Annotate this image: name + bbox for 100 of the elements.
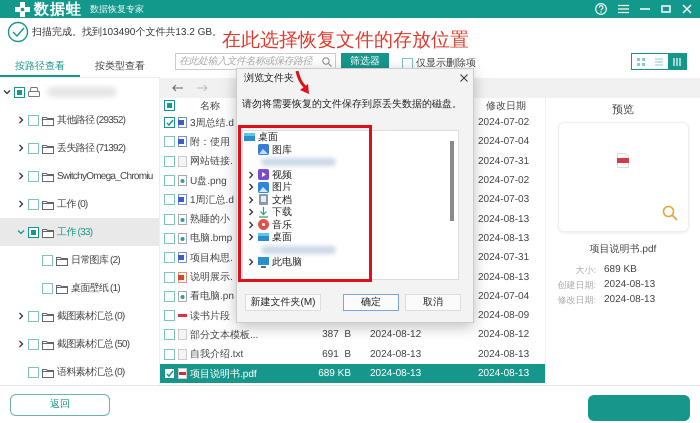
checkbox[interactable] — [28, 114, 39, 126]
checkbox[interactable] — [164, 232, 175, 244]
chevron-icon[interactable] — [17, 200, 25, 208]
view-mode-button[interactable] — [668, 54, 686, 69]
created-date: 2024-08-13 — [370, 348, 422, 360]
folder-name: 桌面壁纸 (1) — [71, 282, 120, 295]
modified-date: 2024-08-13 — [478, 272, 530, 283]
chevron-icon[interactable] — [247, 258, 255, 266]
app-name: 数据蛙 — [34, 0, 82, 18]
music-icon — [258, 219, 269, 230]
checkbox[interactable] — [28, 366, 39, 378]
folder-icon — [42, 114, 54, 126]
checkbox[interactable] — [28, 310, 39, 322]
checkbox[interactable] — [164, 194, 175, 206]
folder-entry[interactable]: 桌面 — [272, 230, 292, 244]
document-icon — [178, 117, 187, 128]
folder-entry[interactable]: 文档 — [272, 192, 292, 207]
file-name: 项目构思. — [190, 252, 233, 265]
checkbox[interactable] — [164, 272, 175, 283]
info-value: 2024-08-13 — [604, 294, 656, 307]
chevron-icon[interactable] — [247, 220, 255, 229]
chevron-icon[interactable] — [3, 88, 11, 96]
modified-date: 2024-08-13 — [478, 214, 530, 225]
file-size: 387 B — [322, 329, 351, 340]
chevron-icon[interactable] — [17, 172, 25, 180]
image-file-icon — [178, 175, 187, 186]
folder-entry[interactable]: 下载 — [272, 205, 292, 220]
dialog-button[interactable]: 取消 — [405, 294, 461, 311]
folder-icon — [42, 366, 54, 378]
chevron-icon[interactable] — [17, 116, 25, 124]
checkbox[interactable] — [28, 198, 39, 210]
video-icon — [258, 169, 269, 180]
chevron-icon[interactable] — [17, 340, 25, 348]
checkbox[interactable] — [164, 290, 175, 302]
folder-entry[interactable]: 图库 — [272, 142, 292, 157]
close-icon[interactable] — [460, 74, 468, 82]
modified-date: 2024-07-31 — [478, 252, 530, 264]
dialog-button[interactable]: 新建文件夹(M) — [245, 294, 321, 311]
chevron-icon[interactable] — [17, 144, 25, 152]
checkbox[interactable] — [14, 86, 25, 98]
folder-entry[interactable]: 桌面 — [258, 131, 278, 144]
checkbox[interactable] — [164, 310, 175, 322]
folder-name: 截图素材汇总 (0) — [57, 310, 124, 323]
chevron-icon[interactable] — [247, 170, 255, 179]
checkbox[interactable] — [164, 156, 175, 167]
folder-entry[interactable]: 视频 — [272, 168, 292, 182]
file-name: U盘.png — [190, 174, 227, 188]
checkbox[interactable] — [164, 175, 175, 186]
back-button[interactable]: 返回 — [10, 394, 110, 416]
checkbox[interactable] — [28, 226, 39, 238]
chevron-icon[interactable] — [247, 183, 255, 192]
checkbox[interactable] — [164, 348, 175, 360]
folder-icon — [42, 142, 54, 154]
checkbox[interactable] — [42, 282, 53, 294]
file-name: 读书片段 — [190, 310, 230, 323]
desktop-icon — [258, 232, 269, 243]
checkbox[interactable] — [164, 117, 175, 128]
checkbox[interactable] — [28, 142, 39, 154]
info-label: 大小: — [574, 264, 596, 277]
chevron-icon[interactable] — [247, 208, 255, 216]
pdf-file-icon — [617, 153, 629, 168]
checkbox[interactable] — [164, 100, 175, 111]
info-value: 2024-08-13 — [604, 279, 656, 292]
checkbox[interactable] — [164, 136, 175, 148]
folder-entry[interactable]: 音乐 — [272, 218, 292, 232]
recover-button[interactable] — [588, 394, 690, 420]
checkbox[interactable] — [28, 338, 39, 350]
zoom-icon[interactable] — [662, 205, 678, 221]
chevron-icon[interactable] — [247, 196, 255, 204]
drive-icon — [28, 87, 40, 97]
file-name: 电脑.bmp — [190, 232, 232, 246]
checkbox[interactable] — [402, 58, 413, 68]
search-icon — [322, 56, 332, 66]
folder-entry[interactable]: 此电脑 — [272, 255, 302, 270]
folder-name: 丢失路径 (71392) — [57, 142, 126, 155]
view-tab[interactable]: 按路径查看 — [0, 45, 80, 77]
maximize-icon[interactable] — [661, 4, 671, 14]
checkbox-label: 仅显示删除项 — [416, 57, 476, 70]
dialog-title: 浏览文件夹 — [244, 72, 294, 85]
folder-name: SwitchyOmega_Chromiu — [57, 170, 153, 182]
checkbox[interactable] — [28, 170, 39, 182]
folder-entry[interactable]: 图片 — [272, 180, 292, 194]
file-name: 3周总结.d — [190, 116, 234, 130]
back-arrow-icon[interactable] — [172, 84, 183, 92]
menu-icon[interactable] — [618, 4, 629, 14]
chevron-icon[interactable] — [247, 233, 255, 242]
chevron-icon[interactable] — [17, 312, 25, 320]
check-circle-icon — [7, 20, 29, 42]
checkbox[interactable] — [164, 329, 175, 340]
help-icon[interactable] — [595, 3, 607, 15]
view-tab[interactable]: 按类型查看 — [80, 45, 160, 77]
checkbox[interactable] — [164, 368, 175, 379]
created-date: 2024-08-12 — [370, 329, 422, 340]
checkbox[interactable] — [42, 254, 53, 266]
dialog-button[interactable]: 确定 — [343, 294, 399, 311]
folder-icon — [42, 338, 54, 350]
computer-icon — [258, 256, 269, 268]
checkbox[interactable] — [164, 252, 175, 264]
selected-row-background[interactable]: 项目说明书.pdf 689 KB 2024-08-13 2024-08-13 — [160, 364, 545, 384]
checkbox[interactable] — [164, 214, 175, 225]
